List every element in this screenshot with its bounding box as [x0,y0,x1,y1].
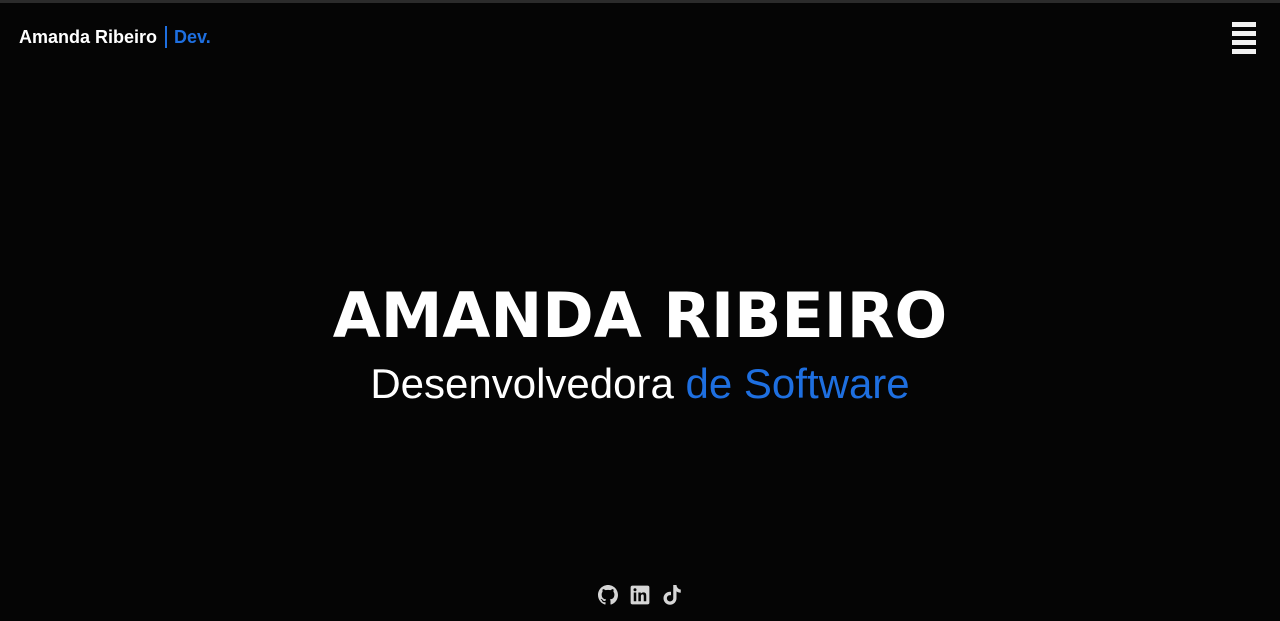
brand-name: Amanda Ribeiro [19,27,158,47]
tiktok-icon [663,585,681,605]
linkedin-icon [630,585,650,605]
brand-suffix: Dev. [174,27,211,47]
menu-bar [1232,31,1256,36]
brand-divider [165,26,168,48]
hero-subtitle-accent: de Software [685,360,910,407]
hero-subtitle: Desenvolvedora de Software [0,356,1280,412]
navbar: Amanda Ribeiro Dev. [0,3,1280,69]
github-link[interactable] [598,584,618,606]
linkedin-link[interactable] [630,584,650,606]
hero-title: AMANDA RIBEIRO [332,279,948,352]
menu-bar [1232,40,1256,45]
hamburger-menu-icon[interactable] [1232,22,1256,54]
github-icon [598,585,618,605]
menu-bar [1232,49,1256,54]
tiktok-link[interactable] [662,584,682,606]
brand-logo-link[interactable]: Amanda Ribeiro Dev. [19,26,211,48]
menu-bar [1232,22,1256,27]
hero-section: AMANDA RIBEIRO Desenvolvedora de Softwar… [0,276,1280,412]
hero-subtitle-main: Desenvolvedora [370,360,674,407]
social-links [0,584,1280,606]
